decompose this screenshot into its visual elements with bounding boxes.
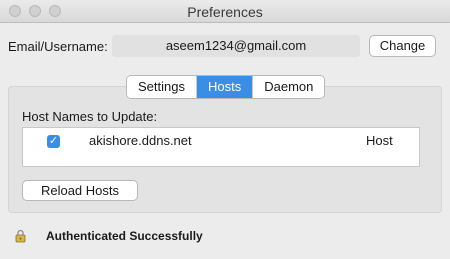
lock-icon <box>14 229 28 243</box>
preferences-window: Preferences Email/Username: aseem1234@gm… <box>0 0 450 259</box>
title-bar[interactable]: Preferences <box>0 0 450 23</box>
reload-hosts-button[interactable]: Reload Hosts <box>22 180 138 201</box>
host-type: Host <box>366 133 393 148</box>
window-title: Preferences <box>187 4 263 20</box>
change-button[interactable]: Change <box>369 35 436 57</box>
host-names-label: Host Names to Update: <box>22 109 158 124</box>
host-checkbox[interactable]: ✓ <box>47 135 60 148</box>
tab-hosts[interactable]: Hosts <box>195 76 253 98</box>
tab-daemon[interactable]: Daemon <box>252 76 325 98</box>
status-text: Authenticated Successfully <box>46 229 203 243</box>
email-field: aseem1234@gmail.com <box>112 35 360 57</box>
email-label: Email/Username: <box>8 39 108 54</box>
tab-bar: Settings Hosts Daemon <box>126 75 326 99</box>
host-name: akishore.ddns.net <box>89 133 192 148</box>
host-list: ✓ akishore.ddns.net Host <box>22 127 420 167</box>
tab-settings[interactable]: Settings <box>127 76 196 98</box>
